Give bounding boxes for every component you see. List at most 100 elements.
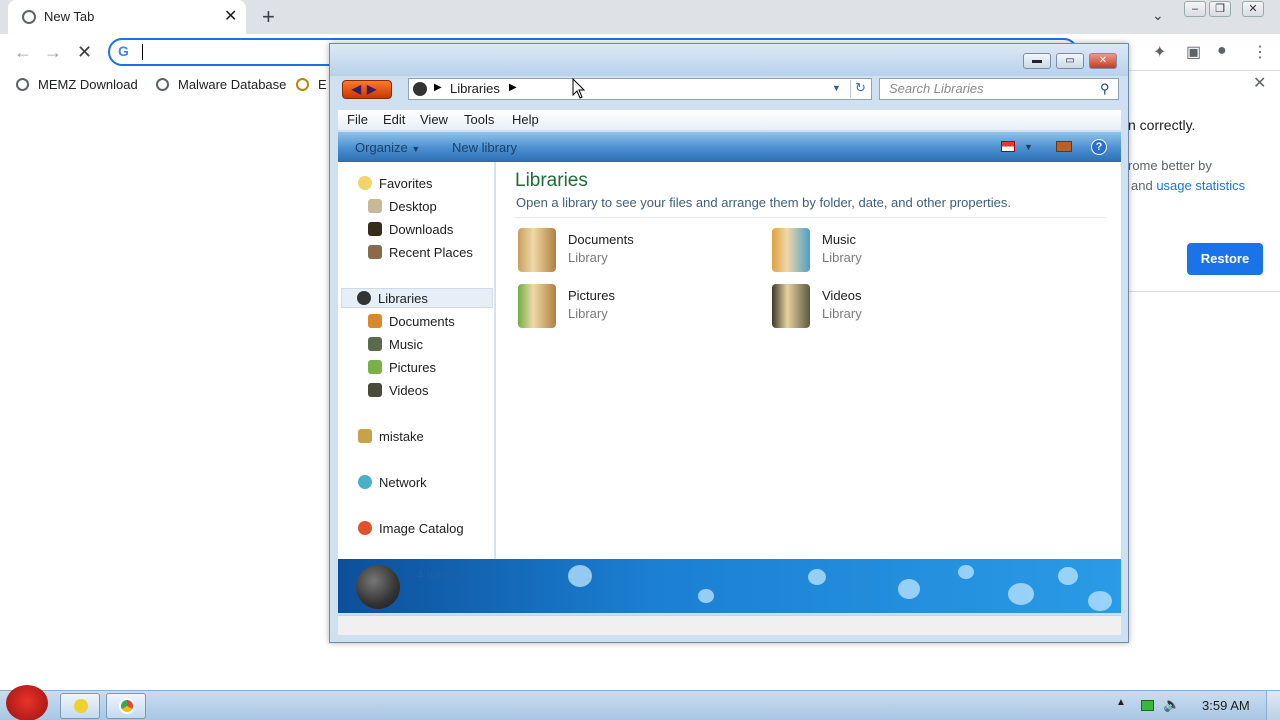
breadcrumb-arrow-icon[interactable]: ▶ xyxy=(434,82,442,93)
taskbar-explorer-button[interactable] xyxy=(60,693,100,719)
nav-favorites[interactable]: Favorites xyxy=(358,174,432,194)
change-view-icon[interactable] xyxy=(1001,141,1015,152)
library-pictures[interactable]: Pictures Library xyxy=(518,284,758,332)
downloads-icon xyxy=(368,222,382,236)
explorer-address-bar[interactable]: ▶ Libraries ▶ ▼ ↻ xyxy=(408,78,872,100)
nav-label: Network xyxy=(379,475,427,490)
explorer-window: ▬ ▭ ✕ ◀▶ ▶ Libraries ▶ ▼ ↻ Search Librar… xyxy=(329,43,1129,643)
new-tab-favicon-icon xyxy=(22,10,36,24)
back-button[interactable]: ← xyxy=(14,42,32,63)
puzzle-icon[interactable]: ✦ xyxy=(1153,42,1166,62)
decor-bubble xyxy=(958,565,974,579)
nav-label: Libraries xyxy=(378,291,428,306)
menu-help[interactable]: Help xyxy=(512,112,539,127)
nav-pictures[interactable]: Pictures xyxy=(368,358,436,378)
show-desktop-button[interactable] xyxy=(1266,691,1280,720)
content-pane: Libraries Open a library to see your fil… xyxy=(496,162,1121,559)
library-music[interactable]: Music Library xyxy=(772,228,1012,276)
decor-bubble xyxy=(808,569,826,585)
search-icon[interactable]: ⚲ xyxy=(1100,81,1110,97)
tab-close-icon[interactable]: ✕ xyxy=(224,6,237,26)
nav-network[interactable]: Network xyxy=(358,473,427,493)
nav-videos[interactable]: Videos xyxy=(368,381,429,401)
chevron-down-icon: ▼ xyxy=(411,144,421,154)
menu-bar: File Edit View Tools Help xyxy=(338,110,1121,130)
tab-search-icon[interactable]: ⌄ xyxy=(1152,7,1164,24)
restore-button[interactable]: Restore xyxy=(1187,243,1263,275)
usage-statistics-link[interactable]: usage statistics xyxy=(1156,178,1245,193)
text-caret xyxy=(142,44,143,60)
decor-bubble xyxy=(1008,583,1034,605)
nav-libraries[interactable]: Libraries xyxy=(341,288,493,308)
divider xyxy=(514,217,1106,218)
nav-desktop[interactable]: Desktop xyxy=(368,197,437,217)
search-box[interactable]: Search Libraries ⚲ xyxy=(879,78,1119,100)
bookmark-label: MEMZ Download xyxy=(38,77,138,92)
explorer-maximize-button[interactable]: ▭ xyxy=(1056,53,1084,69)
start-button-icon[interactable] xyxy=(6,685,48,720)
status-bar xyxy=(338,615,1121,635)
documents-icon xyxy=(368,314,382,328)
nav-label: Image Catalog xyxy=(379,521,464,536)
breadcrumb-libraries[interactable]: Libraries xyxy=(450,81,500,96)
menu-file[interactable]: File xyxy=(347,112,368,127)
search-placeholder: Search Libraries xyxy=(889,81,984,96)
new-library-button[interactable]: New library xyxy=(452,140,517,155)
bookmark-memz-download[interactable]: MEMZ Download xyxy=(16,77,138,92)
bookmark-partial[interactable]: E xyxy=(296,77,327,92)
minimize-button[interactable]: – xyxy=(1184,1,1206,17)
stop-loading-button[interactable]: ✕ xyxy=(77,42,92,63)
nav-music[interactable]: Music xyxy=(368,335,423,355)
nav-downloads[interactable]: Downloads xyxy=(368,220,453,240)
volume-icon[interactable]: 🔈 xyxy=(1163,696,1180,713)
explorer-minimize-button[interactable]: ▬ xyxy=(1023,53,1051,69)
address-dropdown-icon[interactable]: ▼ xyxy=(832,83,841,93)
profile-icon[interactable]: ● xyxy=(1217,42,1227,60)
organize-button[interactable]: Organize ▼ xyxy=(355,140,420,155)
side-panel-icon[interactable]: ▣ xyxy=(1186,42,1201,62)
show-hidden-icons-icon[interactable]: ▲ xyxy=(1116,697,1126,708)
library-name: Videos xyxy=(822,288,862,303)
menu-view[interactable]: View xyxy=(420,112,448,127)
network-status-icon[interactable] xyxy=(1141,700,1154,711)
popup-close-icon[interactable]: ✕ xyxy=(1253,73,1266,93)
desktop-icon xyxy=(368,199,382,213)
organize-label: Organize xyxy=(355,140,408,155)
taskbar-clock[interactable]: 3:59 AM xyxy=(1202,698,1250,713)
help-icon[interactable]: ? xyxy=(1091,139,1107,155)
explorer-titlebar[interactable]: ▬ ▭ ✕ xyxy=(330,44,1128,76)
bookmark-malware-database[interactable]: Malware Database xyxy=(156,77,286,92)
nav-homegroup[interactable]: mistake xyxy=(358,427,424,447)
view-options-chevron-icon[interactable]: ▼ xyxy=(1024,142,1033,152)
nav-documents[interactable]: Documents xyxy=(368,312,455,332)
forward-button[interactable]: → xyxy=(44,42,62,63)
library-name: Documents xyxy=(568,232,634,247)
refresh-icon[interactable]: ↻ xyxy=(850,80,870,98)
pictures-icon xyxy=(368,360,382,374)
popup-message: n correctly. xyxy=(1128,117,1196,133)
library-documents[interactable]: Documents Library xyxy=(518,228,758,276)
nav-label: Music xyxy=(389,337,423,352)
new-tab-button[interactable]: + xyxy=(262,4,275,30)
more-menu-icon[interactable]: ⋮ xyxy=(1252,42,1268,62)
close-button[interactable]: ✕ xyxy=(1242,1,1264,17)
menu-edit[interactable]: Edit xyxy=(383,112,405,127)
explorer-app-icon xyxy=(74,699,88,713)
library-videos[interactable]: Videos Library xyxy=(772,284,1012,332)
page-title: Libraries xyxy=(515,170,588,191)
image-catalog-icon xyxy=(358,521,372,535)
nav-recent-places[interactable]: Recent Places xyxy=(368,243,473,263)
popup-text: rome better by xyxy=(1128,158,1212,173)
restore-button[interactable]: ❐ xyxy=(1209,1,1231,17)
nav-image-catalog[interactable]: Image Catalog xyxy=(358,519,464,539)
tab-new-tab[interactable]: New Tab ✕ xyxy=(8,0,246,34)
menu-tools[interactable]: Tools xyxy=(464,112,494,127)
restore-pages-popup: ✕ n correctly. rome better by and usage … xyxy=(1128,70,1280,292)
back-forward-buttons[interactable]: ◀▶ xyxy=(342,80,392,99)
taskbar-chrome-button[interactable] xyxy=(106,693,146,719)
breadcrumb-arrow-icon[interactable]: ▶ xyxy=(509,82,517,93)
explorer-close-button[interactable]: ✕ xyxy=(1089,53,1117,69)
decor-bubble xyxy=(898,579,920,599)
preview-pane-icon[interactable] xyxy=(1056,141,1072,152)
recent-places-icon xyxy=(368,245,382,259)
